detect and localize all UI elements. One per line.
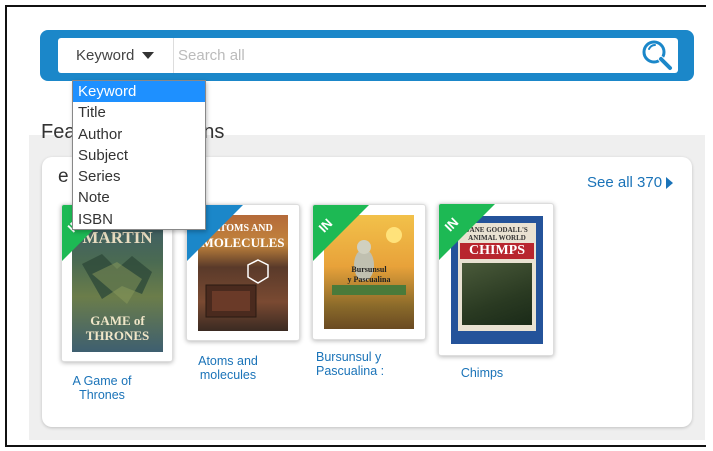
search-input[interactable] bbox=[176, 38, 630, 73]
chevron-right-icon bbox=[666, 176, 674, 189]
book-card[interactable]: JANE GOODALL'S ANIMAL WORLD CHIMPS IN bbox=[438, 203, 554, 356]
see-all-link[interactable]: See all 370 bbox=[587, 174, 674, 191]
search-type-dropdown: Keyword Title Author Subject Series Note… bbox=[72, 80, 206, 230]
availability-badge: IN bbox=[439, 204, 495, 260]
book-card[interactable]: Bursunsul y Pascualina IN bbox=[312, 204, 426, 340]
dropdown-option-author[interactable]: Author bbox=[73, 124, 205, 145]
search-button[interactable] bbox=[640, 39, 674, 71]
book-title-link[interactable]: A Game of Thrones bbox=[66, 374, 138, 402]
cover-text: y Pascualina bbox=[347, 275, 391, 284]
book-title-link[interactable]: Bursunsul y Pascualina : bbox=[316, 350, 394, 378]
dropdown-option-note[interactable]: Note bbox=[73, 187, 205, 208]
cover-text: Bursunsul bbox=[351, 265, 387, 274]
cover-photo bbox=[462, 263, 532, 325]
book-title-link[interactable]: Chimps bbox=[446, 366, 518, 380]
book-title-link[interactable]: Atoms and molecules bbox=[192, 354, 264, 382]
see-all-label: See all 370 bbox=[587, 174, 663, 191]
dropdown-option-series[interactable]: Series bbox=[73, 166, 205, 187]
dropdown-option-keyword[interactable]: Keyword bbox=[73, 81, 205, 103]
search-type-select[interactable]: Keyword bbox=[58, 38, 174, 73]
dropdown-option-isbn[interactable]: ISBN bbox=[73, 209, 205, 230]
cover-text: THRONES bbox=[85, 328, 150, 343]
dropdown-option-title[interactable]: Title bbox=[73, 102, 205, 123]
search-icon bbox=[642, 40, 673, 71]
search-type-label: Keyword bbox=[76, 47, 135, 64]
collection-title: e bbox=[58, 166, 69, 187]
dropdown-option-subject[interactable]: Subject bbox=[73, 145, 205, 166]
chevron-down-icon bbox=[142, 52, 155, 59]
cover-text: GAME of bbox=[90, 313, 145, 328]
availability-badge: IN bbox=[313, 205, 369, 261]
